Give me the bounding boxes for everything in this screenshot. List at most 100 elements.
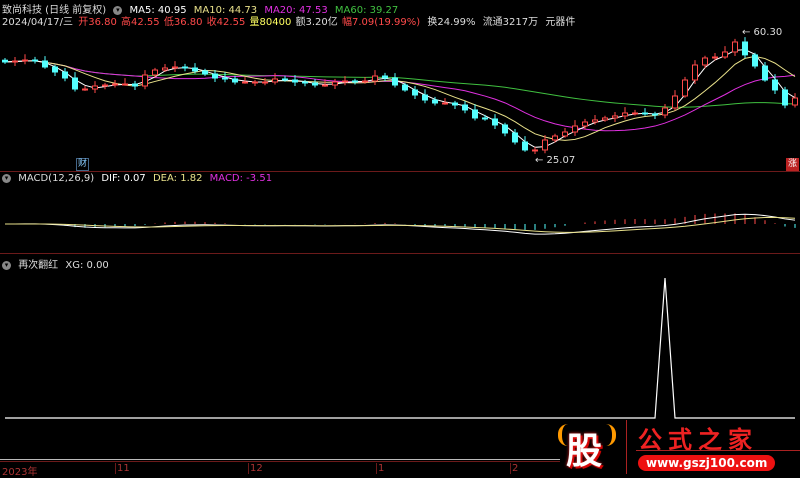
candle-body	[82, 88, 88, 91]
candle-body	[562, 131, 568, 137]
candle	[62, 68, 68, 82]
candle-body	[452, 102, 458, 106]
candle	[782, 86, 788, 109]
candle-body	[132, 83, 138, 87]
candle-body	[512, 132, 518, 143]
candle	[392, 73, 398, 88]
axis-label: 11	[115, 463, 130, 474]
candle	[492, 114, 498, 129]
candle	[2, 58, 8, 64]
candle	[372, 70, 378, 85]
candle-body	[432, 99, 438, 104]
candle-body	[572, 125, 578, 133]
candle-body	[152, 69, 158, 76]
candle	[752, 52, 758, 69]
price-chart[interactable]: ← 60.30 ← 25.07	[0, 0, 800, 170]
candle	[102, 82, 108, 90]
candle-body	[532, 149, 538, 152]
candle-body	[372, 75, 378, 82]
macd-chart[interactable]	[0, 186, 800, 252]
candle	[472, 104, 478, 121]
candle-body	[652, 113, 658, 116]
collapse-icon[interactable]: ▾	[2, 173, 11, 183]
candle-body	[632, 112, 638, 115]
candle	[72, 72, 78, 92]
candle-body	[742, 41, 748, 56]
candle	[332, 78, 338, 90]
horn-icon	[602, 424, 616, 446]
axis-line	[0, 461, 560, 462]
candle-body	[622, 112, 628, 117]
candle	[692, 60, 698, 84]
candle-body	[72, 77, 78, 90]
axis-label: 1	[376, 463, 385, 474]
candle-body	[592, 119, 598, 123]
site-url: www.gszj100.com	[638, 455, 776, 471]
dea-line	[4, 216, 796, 233]
candle-body	[782, 89, 788, 106]
candle	[22, 54, 28, 65]
finance-tag[interactable]: 财	[76, 158, 90, 171]
candle-body	[412, 89, 418, 96]
candle	[142, 70, 148, 90]
candle	[612, 111, 618, 122]
axis-label: 2	[510, 463, 519, 474]
divider	[0, 253, 800, 254]
candle-body	[192, 67, 198, 72]
candle-body	[442, 102, 448, 105]
dif-line	[4, 213, 796, 235]
candle	[122, 78, 128, 86]
candle	[422, 89, 428, 104]
candle	[182, 63, 188, 72]
candle-body	[292, 79, 298, 83]
candle	[572, 120, 578, 136]
high-price-label: ← 60.30	[742, 27, 782, 38]
candle	[512, 128, 518, 145]
candle-body	[672, 95, 678, 109]
candle	[662, 103, 668, 119]
candle	[32, 56, 38, 64]
candle-body	[32, 59, 38, 62]
candle	[12, 56, 18, 67]
candle	[682, 76, 688, 98]
candle-body	[92, 85, 98, 90]
macd-value: MACD: -3.51	[209, 173, 273, 184]
candle	[82, 85, 88, 91]
candle-body	[762, 65, 768, 81]
candle	[272, 73, 278, 85]
candle-body	[22, 59, 28, 62]
dea-value: DEA: 1.82	[152, 173, 203, 184]
divider	[0, 171, 800, 172]
macd-title: MACD(12,26,9)	[18, 173, 95, 184]
candle-body	[732, 41, 738, 53]
candle	[732, 38, 738, 56]
candle-body	[212, 73, 218, 79]
candle-body	[752, 54, 758, 67]
candle	[252, 79, 258, 86]
candle-body	[482, 117, 488, 120]
candle	[132, 80, 138, 90]
candle-body	[322, 84, 328, 87]
horn-icon	[558, 424, 572, 446]
candle-body	[102, 84, 108, 87]
candle	[482, 114, 488, 121]
candle-body	[772, 79, 778, 91]
candle-body	[602, 117, 608, 121]
candle-body	[552, 135, 558, 141]
candle	[402, 82, 408, 92]
candle	[112, 79, 118, 88]
rise-tag[interactable]: 涨	[786, 158, 800, 171]
candle-body	[232, 78, 238, 83]
macd-header: ▾ MACD(12,26,9) DIF: 0.07 DEA: 1.82 MACD…	[2, 173, 276, 184]
candle	[642, 108, 648, 116]
candle-body	[642, 112, 648, 115]
candle	[172, 61, 178, 73]
candle-body	[332, 81, 338, 86]
watermark-logo: 股 公式之家 www.gszj100.com	[558, 418, 800, 476]
candle-body	[392, 77, 398, 86]
candle-body	[162, 67, 168, 71]
candle-body	[542, 139, 548, 151]
candle-body	[522, 141, 528, 151]
candle	[42, 56, 48, 69]
candle-body	[252, 81, 258, 84]
